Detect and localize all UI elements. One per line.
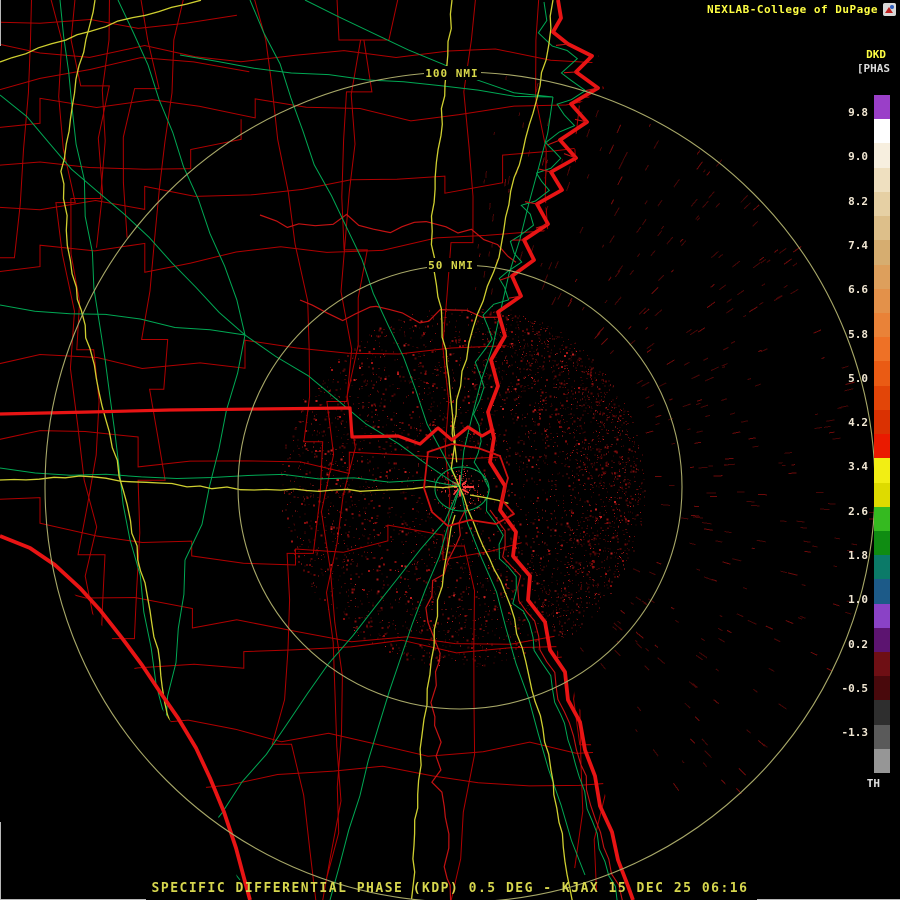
range-ring-label-50: 50 NMI	[428, 259, 474, 272]
colorbar-segment	[874, 216, 890, 241]
colorbar-segment	[874, 458, 890, 483]
colorbar-segment	[874, 409, 890, 435]
colorbar-segment	[874, 167, 890, 192]
kdp-speckles	[281, 75, 876, 795]
colorbar-units-label: [PHAS	[856, 62, 890, 75]
colorbar-segment	[874, 385, 890, 410]
colorbar-segment	[874, 119, 890, 144]
colorbar-segment	[874, 240, 890, 265]
radar-display: 100 NMI 50 NMI NEXLAB-College of DuPage …	[0, 0, 900, 900]
colorbar-segment	[874, 652, 890, 677]
colorbar-segment	[874, 748, 890, 774]
highway-lines	[0, 0, 573, 900]
status-bar-text: SPECIFIC DIFFERENTIAL PHASE (KDP) 0.5 DE…	[151, 881, 749, 896]
basemap-lines-layer	[0, 0, 640, 900]
colorbar-segment	[874, 434, 890, 459]
window-border-segment	[0, 822, 1, 900]
range-ring-label-100: 100 NMI	[425, 67, 478, 80]
radar-map: 100 NMI 50 NMI	[0, 0, 876, 900]
window-border-segment	[0, 0, 1, 46]
colorbar-segment	[874, 95, 890, 120]
colorbar-segment	[874, 676, 890, 701]
kdp-data-speckles-layer	[281, 75, 876, 795]
colorbar-segment	[874, 143, 890, 168]
colorbar-segment	[874, 700, 890, 725]
colorbar-threshold-label: TH	[866, 777, 880, 790]
colorbar-segment	[874, 603, 890, 628]
colorbar-segment	[874, 482, 890, 507]
road-lines	[0, 0, 618, 900]
colorbar-segment	[874, 555, 890, 580]
colorbar	[874, 95, 890, 774]
colorbar-segment	[874, 506, 890, 531]
colorbar-segment	[874, 530, 890, 556]
colorbar-segment	[874, 361, 890, 386]
brand-text: NEXLAB-College of DuPage	[707, 3, 878, 16]
colorbar-segment	[874, 191, 890, 217]
colorbar-segment	[874, 337, 890, 362]
colorbar-segment	[874, 627, 890, 653]
colorbar-segment	[874, 579, 890, 604]
colorbar-segment	[874, 264, 890, 289]
colorbar-product-code: DKD	[866, 48, 886, 61]
colorbar-segment	[874, 312, 890, 338]
nexlab-logo-icon	[883, 3, 896, 16]
colorbar-segment	[874, 288, 890, 313]
colorbar-segment	[874, 724, 890, 749]
